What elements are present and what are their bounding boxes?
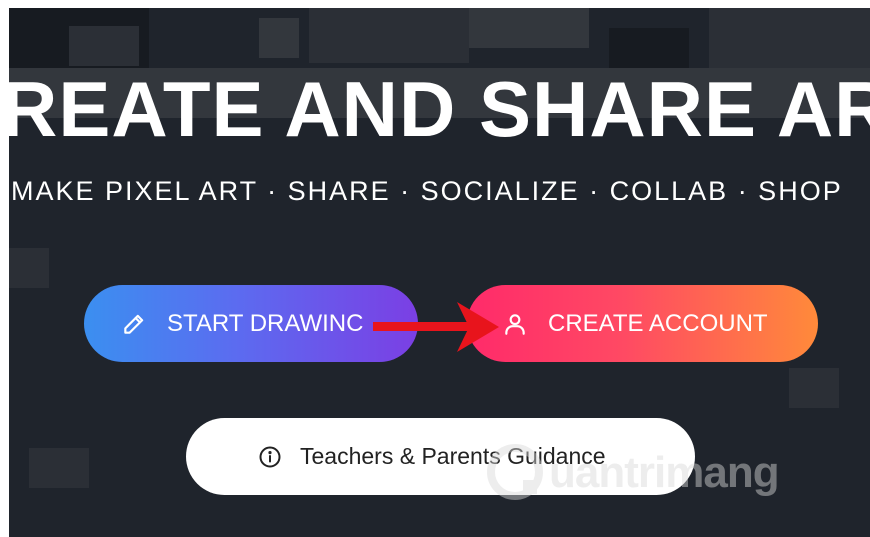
red-arrow-annotation xyxy=(373,302,499,352)
background-pixel xyxy=(789,368,839,408)
info-icon xyxy=(258,445,282,469)
create-account-label: CREATE ACCOUNT xyxy=(548,309,768,337)
background-pixel xyxy=(259,18,299,58)
pencil-icon xyxy=(121,311,147,337)
background-pixel xyxy=(709,8,870,68)
background-pixel xyxy=(29,448,89,488)
hero-subtitle: MAKE PIXEL ART · SHARE · SOCIALIZE · COL… xyxy=(11,176,843,206)
start-drawing-label: START DRAWINC xyxy=(167,309,364,337)
background-pixel xyxy=(469,8,589,48)
teachers-parents-guidance-button[interactable]: Teachers & Parents Guidance xyxy=(186,418,695,495)
background-pixel xyxy=(69,26,139,66)
guidance-label: Teachers & Parents Guidance xyxy=(300,443,606,469)
start-drawing-button[interactable]: START DRAWINC xyxy=(84,285,418,362)
background-pixel xyxy=(609,28,689,68)
app-viewport: REATE AND SHARE AR MAKE PIXEL ART · SHAR… xyxy=(9,8,870,537)
background-pixel xyxy=(9,248,49,288)
background-pixel xyxy=(309,8,469,63)
hero-title: REATE AND SHARE AR xyxy=(9,65,870,153)
